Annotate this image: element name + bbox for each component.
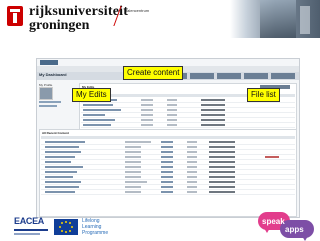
speakapps-logo: speak apps [258, 210, 316, 241]
table-row[interactable] [41, 190, 295, 195]
apps-text: apps [285, 225, 304, 234]
eacea-logo-text: EACEA [14, 216, 45, 226]
app-screenshot: My Dashboard My Profile My Edits All Rec… [36, 58, 300, 218]
nav-tab[interactable] [271, 73, 295, 79]
my-edits-callout: My Edits [72, 88, 111, 102]
app-logo [40, 60, 58, 65]
university-name-line2: groningen [29, 18, 90, 33]
table-row[interactable] [81, 123, 295, 128]
profile-link[interactable] [39, 101, 61, 103]
nav-tab[interactable] [244, 73, 268, 79]
table-header [41, 136, 295, 139]
university-crest-icon [7, 6, 23, 26]
avatar [39, 87, 53, 100]
header-banner-photo [230, 0, 320, 38]
file-list-callout: File list [247, 88, 280, 102]
lifelong-learning-programme-logo: Lifelong Learning Programme [82, 218, 108, 236]
eu-flag-icon [54, 219, 78, 235]
profile-sidebar: My Profile [39, 83, 73, 123]
page-header: rijksuniversiteit groningen talencentrum [0, 0, 320, 38]
app-page-title: My Dashboard [39, 72, 67, 77]
faculty-name: talencentrum [126, 8, 150, 13]
recent-content-panel: All Recent Content [39, 129, 297, 217]
nav-tab[interactable] [217, 73, 241, 79]
profile-link[interactable] [39, 105, 57, 107]
recent-content-heading: All Recent Content [42, 131, 69, 135]
create-content-callout: Create content [123, 66, 184, 80]
speak-text: speak [262, 217, 285, 226]
llp-line3: Programme [82, 230, 109, 236]
nav-tab[interactable] [190, 73, 214, 79]
eacea-logo: EACEA [14, 216, 48, 238]
